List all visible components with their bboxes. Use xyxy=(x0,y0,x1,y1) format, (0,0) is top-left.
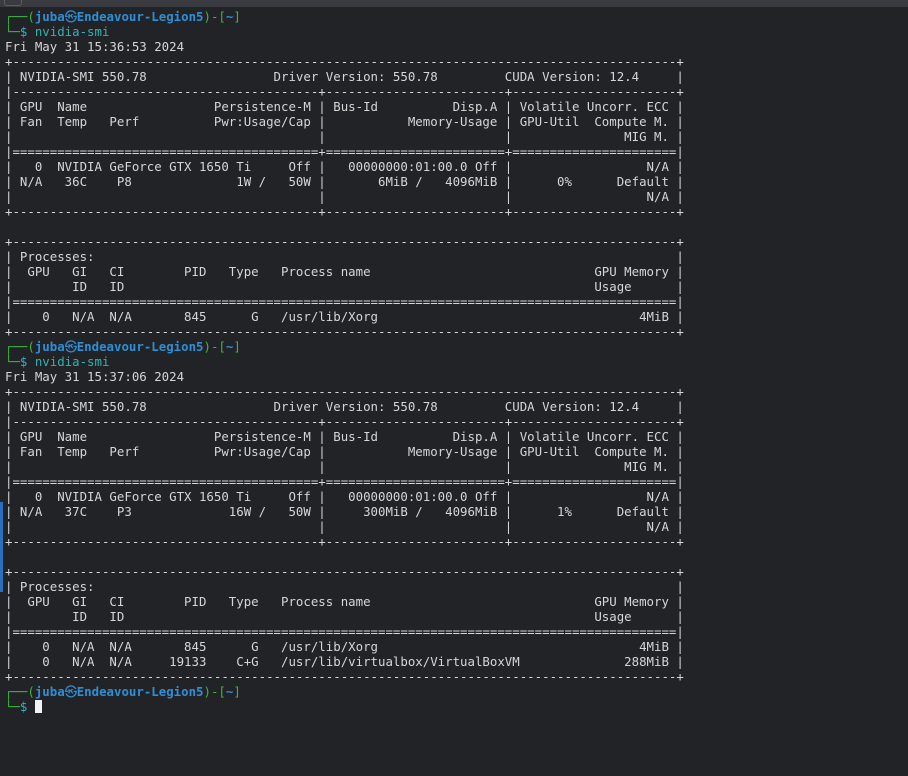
command-block: ┌──(juba㉿Endeavour-Legion5)-[~] └─$ nvid… xyxy=(5,339,905,684)
timestamp: Fri May 31 15:37:06 2024 xyxy=(5,369,185,384)
command-text: nvidia-smi xyxy=(34,24,110,39)
output-line: | GPU GI CI PID Type Process name GPU Me… xyxy=(5,594,684,609)
window-top-bar xyxy=(0,0,908,7)
prompt-user: juba xyxy=(34,9,65,24)
scroll-marker xyxy=(0,502,3,592)
output-line: | Fan Temp Perf Pwr:Usage/Cap | Memory-U… xyxy=(5,114,684,129)
active-command-line[interactable]: └─$ xyxy=(5,699,905,714)
output-line: |=======================================… xyxy=(5,474,684,489)
prompt-frame: )-[ xyxy=(203,9,226,24)
prompt-frame: ┌──( xyxy=(5,684,35,699)
nvidia-smi-output: +---------------------------------------… xyxy=(5,54,905,339)
prompt-user: juba xyxy=(34,339,65,354)
prompt-frame: ] xyxy=(233,339,241,354)
output-line: | GPU Name Persistence-M | Bus-Id Disp.A… xyxy=(5,429,684,444)
kali-skull-icon: ㉿ xyxy=(64,684,78,699)
output-line: | N/A 36C P8 1W / 50W | 6MiB / 4096MiB |… xyxy=(5,174,684,189)
output-line: | GPU Name Persistence-M | Bus-Id Disp.A… xyxy=(5,99,684,114)
command-line: └─$ nvidia-smi xyxy=(5,354,905,369)
prompt-line: ┌──(juba㉿Endeavour-Legion5)-[~] xyxy=(5,9,905,24)
output-line: +---------------------------------------… xyxy=(5,54,684,69)
prompt-dollar: $ xyxy=(19,354,35,369)
prompt-frame: ┌──( xyxy=(5,339,35,354)
kali-skull-icon: ㉿ xyxy=(64,339,78,354)
output-line: |=======================================… xyxy=(5,294,684,309)
output-line: +---------------------------------------… xyxy=(5,564,684,579)
output-line: | Processes: | xyxy=(5,249,684,264)
prompt-frame: )-[ xyxy=(203,339,226,354)
nvidia-smi-output: +---------------------------------------… xyxy=(5,384,905,684)
output-line: |=======================================… xyxy=(5,144,684,159)
output-line: | | | MIG M. | xyxy=(5,459,684,474)
output-line: | ID ID Usage | xyxy=(5,609,684,624)
output-line: | 0 N/A N/A 845 G /usr/lib/Xorg 4MiB | xyxy=(5,639,684,654)
output-line: | | | N/A | xyxy=(5,519,684,534)
output-line: +---------------------------------------… xyxy=(5,669,684,684)
prompt-dollar: $ xyxy=(19,24,35,39)
output-line: +---------------------------------------… xyxy=(5,204,684,219)
prompt-frame: ] xyxy=(233,9,241,24)
output-line: | NVIDIA-SMI 550.78 Driver Version: 550.… xyxy=(5,399,684,414)
prompt-frame: └─ xyxy=(5,699,20,714)
output-line: |---------------------------------------… xyxy=(5,414,684,429)
prompt-dollar: $ xyxy=(19,699,35,714)
timestamp: Fri May 31 15:36:53 2024 xyxy=(5,39,185,54)
output-line: | Fan Temp Perf Pwr:Usage/Cap | Memory-U… xyxy=(5,444,684,459)
command-line: └─$ nvidia-smi xyxy=(5,24,905,39)
terminal-output[interactable]: ┌──(juba㉿Endeavour-Legion5)-[~] └─$ nvid… xyxy=(5,9,905,714)
output-line: |=======================================… xyxy=(5,624,684,639)
output-line: | N/A 37C P3 16W / 50W | 300MiB / 4096Mi… xyxy=(5,504,684,519)
text-cursor[interactable] xyxy=(34,700,42,713)
prompt-line: ┌──(juba㉿Endeavour-Legion5)-[~] xyxy=(5,684,905,699)
output-line: | | | MIG M. | xyxy=(5,129,684,144)
prompt-frame: ┌──( xyxy=(5,9,35,24)
prompt-frame: ] xyxy=(233,684,241,699)
output-line: |---------------------------------------… xyxy=(5,84,684,99)
prompt-user: juba xyxy=(34,684,65,699)
output-line: +---------------------------------------… xyxy=(5,324,684,339)
prompt-frame: └─ xyxy=(5,24,20,39)
output-line: | GPU GI CI PID Type Process name GPU Me… xyxy=(5,264,684,279)
prompt-line: ┌──(juba㉿Endeavour-Legion5)-[~] xyxy=(5,339,905,354)
output-line: | NVIDIA-SMI 550.78 Driver Version: 550.… xyxy=(5,69,684,84)
command-text: nvidia-smi xyxy=(34,354,110,369)
output-line: +---------------------------------------… xyxy=(5,384,684,399)
output-line: +---------------------------------------… xyxy=(5,234,684,249)
output-line: | 0 N/A N/A 19133 C+G /usr/lib/virtualbo… xyxy=(5,654,684,669)
prompt-host: Endeavour-Legion5 xyxy=(76,9,204,24)
output-line: | | | N/A | xyxy=(5,189,684,204)
output-line: | Processes: | xyxy=(5,579,684,594)
prompt-frame: └─ xyxy=(5,354,20,369)
prompt-frame: )-[ xyxy=(203,684,226,699)
output-line: | 0 NVIDIA GeForce GTX 1650 Ti Off | 000… xyxy=(5,489,684,504)
output-line: | ID ID Usage | xyxy=(5,279,684,294)
output-line: | 0 NVIDIA GeForce GTX 1650 Ti Off | 000… xyxy=(5,159,684,174)
output-line: +---------------------------------------… xyxy=(5,534,684,549)
prompt-host: Endeavour-Legion5 xyxy=(76,684,204,699)
output-line: | 0 N/A N/A 845 G /usr/lib/Xorg 4MiB | xyxy=(5,309,684,324)
tab-handle[interactable] xyxy=(4,0,22,6)
prompt-host: Endeavour-Legion5 xyxy=(76,339,204,354)
kali-skull-icon: ㉿ xyxy=(64,9,78,24)
command-block: ┌──(juba㉿Endeavour-Legion5)-[~] └─$ nvid… xyxy=(5,9,905,339)
